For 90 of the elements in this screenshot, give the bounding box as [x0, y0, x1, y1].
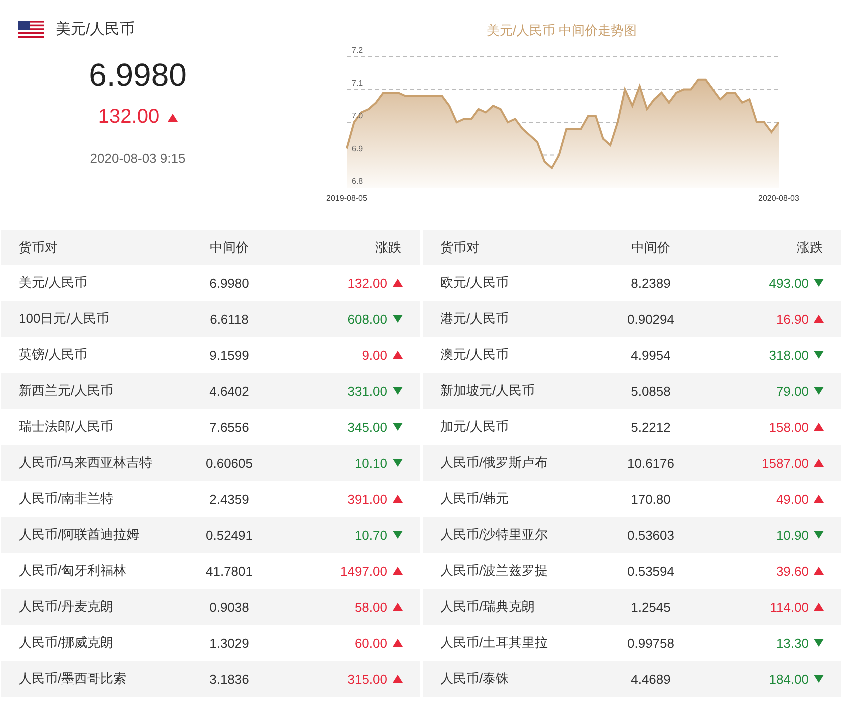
- pair-title: 美元/人民币: [56, 20, 136, 39]
- change-value: 58.00: [354, 600, 388, 614]
- timestamp: 2020-08-03 9:15: [90, 151, 186, 166]
- table-cell: 5.0858: [590, 373, 712, 409]
- table-cell: 10.6176: [590, 445, 712, 481]
- change-value: 608.00: [348, 312, 388, 326]
- column-header: 中间价: [590, 230, 712, 265]
- change-value: 16.90: [776, 312, 809, 326]
- flag-icon: [18, 21, 44, 38]
- table-cell: 0.60605: [168, 445, 290, 481]
- change-value: 158.00: [769, 420, 809, 434]
- price-value: 6.9980: [89, 57, 187, 94]
- table-cell: 瑞士法郎/人民币: [1, 409, 168, 445]
- table-cell: 人民币/俄罗斯卢布: [422, 445, 590, 481]
- table-cell: 0.53594: [590, 553, 712, 589]
- table-cell: 4.6402: [168, 373, 290, 409]
- change-value: 1497.00: [340, 564, 388, 578]
- table-cell: 新加坡元/人民币: [422, 373, 590, 409]
- table-cell: 澳元/人民币: [422, 337, 590, 373]
- table-cell: 人民币/阿联酋迪拉姆: [1, 517, 168, 553]
- change-value: 345.00: [348, 420, 388, 434]
- table-cell: 9.1599: [168, 337, 290, 373]
- table-cell: 4.4689: [590, 661, 712, 697]
- change-value: 132.00: [98, 106, 160, 129]
- table-cell: 人民币/挪威克朗: [1, 625, 168, 661]
- change-value: 1587.00: [762, 456, 809, 470]
- table-cell: 人民币/沙特里亚尔: [422, 517, 590, 553]
- change-value: 60.00: [354, 636, 388, 650]
- change-value: 114.00: [770, 600, 809, 614]
- change-value: 39.60: [776, 564, 809, 578]
- table-cell: 8.2389: [590, 265, 712, 301]
- chart-title: 美元/人民币 中间价走势图: [486, 23, 638, 38]
- table-cell: 人民币/丹麦克朗: [1, 589, 168, 625]
- axis-label: 2019-08-05: [326, 194, 368, 203]
- table-cell: 2.4359: [168, 481, 290, 517]
- axis-label: 6.8: [352, 177, 364, 186]
- table-cell: 0.52491: [168, 517, 290, 553]
- table-cell: 人民币/土耳其里拉: [422, 625, 590, 661]
- table-cell: 3.1836: [168, 661, 290, 697]
- change-value: 184.00: [769, 672, 809, 686]
- table-cell: 英镑/人民币: [1, 337, 168, 373]
- change-value: 10.70: [354, 528, 388, 542]
- table-cell: 100日元/人民币: [1, 301, 168, 337]
- change-value: 331.00: [348, 384, 388, 398]
- column-header: 货币对: [422, 230, 590, 265]
- table-cell: 0.53603: [590, 517, 712, 553]
- table-cell: 港元/人民币: [422, 301, 590, 337]
- axis-label: 7.1: [352, 78, 364, 88]
- table-cell: 欧元/人民币: [422, 265, 590, 301]
- table-cell: 0.90294: [590, 301, 712, 337]
- table-cell: 新西兰元/人民币: [1, 373, 168, 409]
- column-header: 货币对: [1, 230, 168, 265]
- change-value: 79.00: [776, 384, 809, 398]
- table-cell: 人民币/墨西哥比索: [1, 661, 168, 697]
- axis-label: 6.9: [352, 144, 364, 154]
- table-cell: 人民币/马来西亚林吉特: [1, 445, 168, 481]
- table-cell: 加元/人民币: [422, 409, 590, 445]
- table-cell: 人民币/南非兰特: [1, 481, 168, 517]
- change-value: 391.00: [348, 492, 388, 506]
- table-cell: 人民币/泰铢: [422, 661, 590, 697]
- table-cell: 6.9980: [168, 265, 290, 301]
- table-cell: 人民币/匈牙利福林: [1, 553, 168, 589]
- table-cell: 人民币/韩元: [422, 481, 590, 517]
- table-cell: 0.9038: [168, 589, 290, 625]
- change-value: 13.30: [776, 636, 809, 650]
- table-cell: 41.7801: [168, 553, 290, 589]
- change-value: 315.00: [348, 672, 388, 686]
- table-cell: 人民币/波兰兹罗提: [422, 553, 590, 589]
- change-value: 10.10: [354, 456, 388, 470]
- table-cell: 7.6556: [168, 409, 290, 445]
- column-header: 中间价: [168, 230, 290, 265]
- table-cell: 美元/人民币: [1, 265, 168, 301]
- change-value: 318.00: [769, 348, 809, 362]
- table-cell: 人民币/瑞典克朗: [422, 589, 590, 625]
- change-value: 132.00: [348, 276, 388, 290]
- column-header: 涨跌: [290, 230, 420, 265]
- table-cell: 1.3029: [168, 625, 290, 661]
- axis-label: 2020-08-03: [758, 194, 800, 203]
- table-cell: 170.80: [590, 481, 712, 517]
- change-value: 493.00: [769, 276, 809, 290]
- change-value: 9.00: [362, 348, 388, 362]
- table-cell: 5.2212: [590, 409, 712, 445]
- table-cell: 4.9954: [590, 337, 712, 373]
- change-value: 10.90: [776, 528, 809, 542]
- column-header: 涨跌: [712, 230, 841, 265]
- change-value: 49.00: [776, 492, 809, 506]
- table-cell: 6.6118: [168, 301, 290, 337]
- table-cell: 1.2545: [590, 589, 712, 625]
- table-cell: 0.99758: [590, 625, 712, 661]
- axis-label: 7.2: [352, 46, 364, 55]
